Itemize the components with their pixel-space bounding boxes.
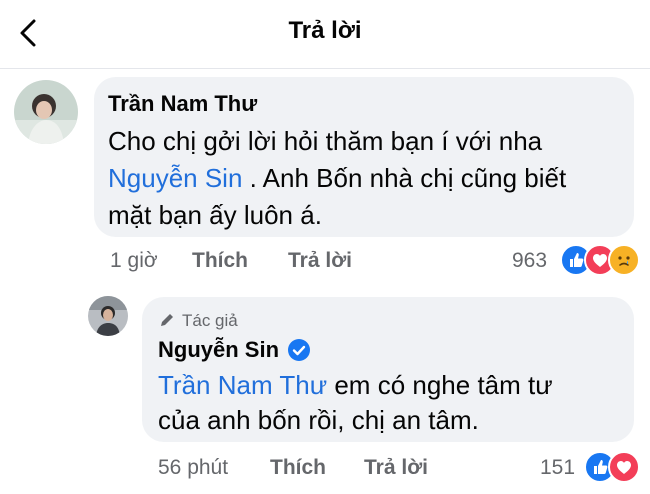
reply-mention-link[interactable]: Trần Nam Thư (158, 370, 327, 400)
comment-line-3: mặt bạn ấy luôn á. (108, 200, 322, 230)
care-icon (608, 244, 640, 276)
top-bar: Trả lời (0, 0, 650, 69)
reply-like-button[interactable]: Thích (270, 456, 326, 480)
comment-like-button[interactable]: Thích (192, 249, 248, 273)
love-icon (608, 451, 640, 483)
commenter-avatar[interactable] (14, 80, 78, 144)
comment-line-2: Nguyễn Sin . Anh Bốn nhà chị cũng biết (108, 160, 566, 197)
mention-link[interactable]: Nguyễn Sin (108, 163, 242, 193)
reply-bubble: Tác giả Nguyễn Sin Trần Nam Thư em có ng… (142, 297, 634, 442)
reply-line-2: của anh bốn rồi, chị an tâm. (158, 405, 479, 435)
comment-author-name[interactable]: Trần Nam Thư (108, 91, 257, 117)
comment-line-2-text: . Anh Bốn nhà chị cũng biết (242, 163, 567, 193)
comment-bubble: Trần Nam Thư Cho chị gởi lời hỏi thăm bạ… (94, 77, 634, 237)
reply-reaction-count[interactable]: 151 (540, 456, 575, 480)
page-title: Trả lời (288, 17, 362, 44)
reply-line-1: Trần Nam Thư em có nghe tâm tư (158, 367, 553, 404)
reply-time: 56 phút (158, 456, 229, 479)
comment-line-1: Cho chị gởi lời hỏi thăm bạn í với nha (108, 126, 543, 156)
reply-author-name[interactable]: Nguyễn Sin (158, 337, 279, 363)
reply-reply-button[interactable]: Trả lời (364, 456, 428, 480)
pencil-icon (158, 311, 176, 329)
author-badge: Tác giả (182, 311, 238, 330)
verified-badge-icon (288, 339, 310, 361)
comment-reaction-count[interactable]: 963 (512, 249, 547, 273)
comment-reply-button[interactable]: Trả lời (288, 249, 352, 273)
reply-line-1-text: em có nghe tâm tư (327, 370, 553, 400)
comment-time: 1 giờ (110, 249, 158, 272)
reply-author-avatar[interactable] (88, 296, 128, 336)
